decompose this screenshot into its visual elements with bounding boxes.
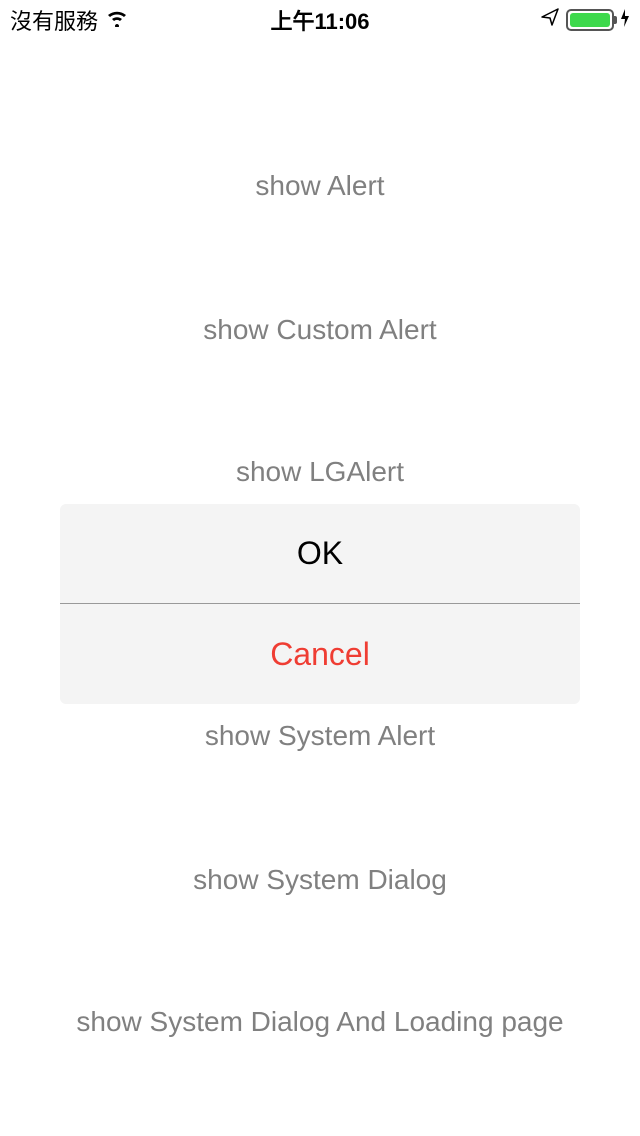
- cancel-button[interactable]: Cancel: [60, 604, 580, 704]
- wifi-icon: [106, 7, 128, 33]
- service-text: 沒有服務: [10, 4, 98, 36]
- content: show Alert show Custom Alert show LGAler…: [0, 150, 640, 1058]
- status-right: [540, 7, 630, 33]
- show-lgalert-button[interactable]: show LGAlert: [0, 436, 640, 508]
- show-system-alert-button[interactable]: show System Alert: [0, 700, 640, 772]
- alert-panel: OK Cancel: [60, 504, 580, 704]
- battery-fill: [570, 13, 610, 27]
- status-left: 沒有服務: [10, 4, 128, 36]
- ok-button[interactable]: OK: [60, 504, 580, 604]
- battery-icon: [566, 9, 614, 31]
- charging-icon: [620, 8, 630, 33]
- show-system-dialog-loading-button[interactable]: show System Dialog And Loading page: [0, 986, 640, 1058]
- show-custom-alert-button[interactable]: show Custom Alert: [0, 294, 640, 366]
- status-bar: 沒有服務 上午11:06: [0, 0, 640, 40]
- show-system-dialog-button[interactable]: show System Dialog: [0, 844, 640, 916]
- show-alert-button[interactable]: show Alert: [0, 150, 640, 222]
- location-icon: [540, 7, 560, 33]
- status-time: 上午11:06: [270, 4, 369, 36]
